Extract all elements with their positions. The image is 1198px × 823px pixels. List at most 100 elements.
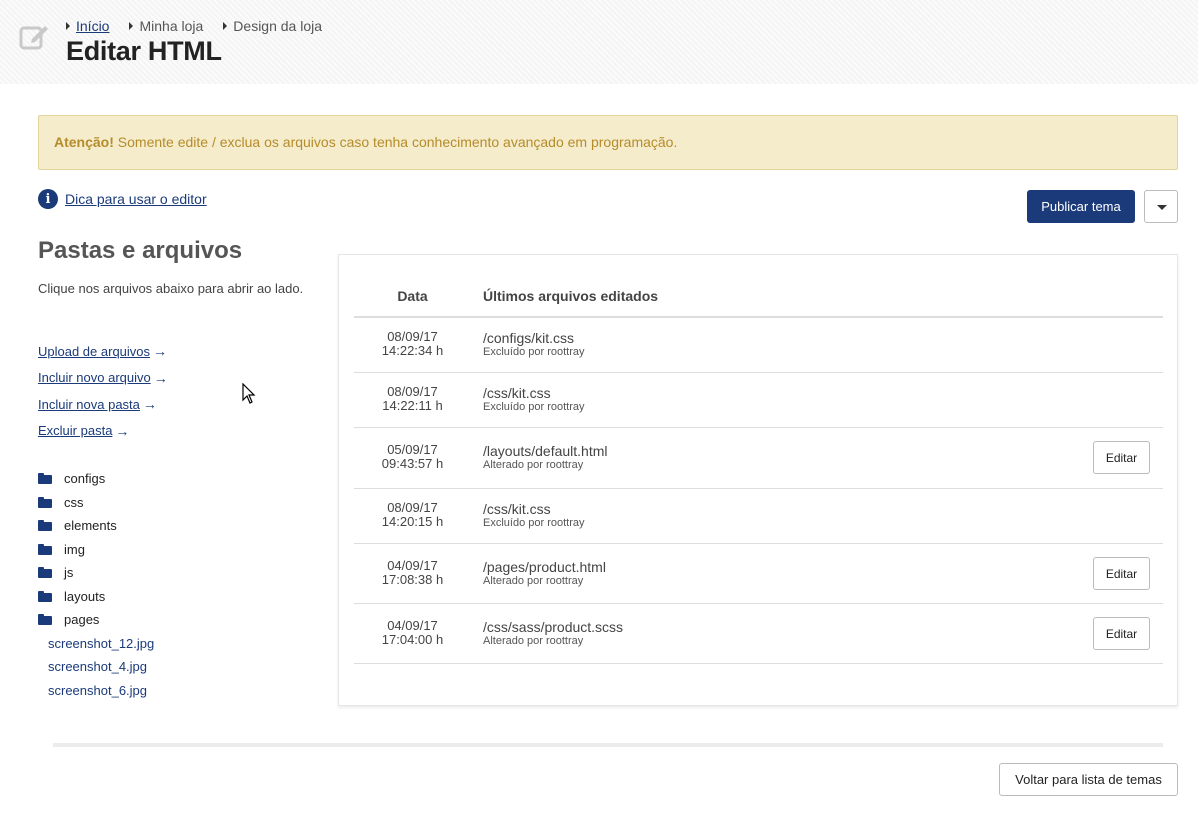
action-link[interactable]: Incluir nova pasta [38, 397, 140, 412]
page-header: Início Minha loja Design da loja Editar … [0, 0, 1198, 84]
caret-right-icon [223, 22, 228, 30]
breadcrumb: Início Minha loja Design da loja [66, 18, 322, 34]
file-path: /layouts/default.html [483, 443, 608, 459]
folder-layouts[interactable]: layouts [38, 585, 154, 609]
file-screenshot-4[interactable]: screenshot_4.jpg [38, 655, 154, 679]
column-header-files: Últimos arquivos editados [483, 288, 659, 304]
publish-options-dropdown[interactable] [1144, 190, 1178, 223]
breadcrumb-item-inicio[interactable]: Início [66, 18, 109, 34]
info-icon: i [38, 189, 58, 209]
folder-js[interactable]: js [38, 561, 154, 585]
folder-label: css [64, 494, 84, 510]
row-date-day: 08/09/17 [387, 384, 438, 399]
row-date: 08/09/17 14:22:34 h [354, 330, 471, 358]
sidebar-actions: Upload de arquivos → Incluir novo arquivo… [38, 338, 168, 444]
row-date-day: 08/09/17 [387, 329, 438, 344]
action-link[interactable]: Incluir novo arquivo [38, 370, 151, 385]
table-row: 08/09/17 14:20:15 h /css/kit.css Excluído … [354, 489, 1163, 544]
folder-icon [38, 614, 52, 626]
editor-tip-link[interactable]: Dica para usar o editor [65, 191, 207, 207]
file-screenshot-12[interactable]: screenshot_12.jpg [38, 632, 154, 656]
folder-pages[interactable]: pages [38, 608, 154, 632]
folder-label: js [64, 565, 74, 581]
alert-text: Somente edite / exclua os arquivos caso … [113, 134, 678, 150]
caret-down-icon [1157, 205, 1167, 210]
edit-file-button[interactable]: Editar [1093, 557, 1150, 590]
action-new-folder[interactable]: Incluir nova pasta → [38, 391, 168, 418]
row-file: /configs/kit.css Excluído por roottray [483, 330, 585, 359]
file-path: /pages/product.html [483, 559, 606, 575]
action-link[interactable]: Upload de arquivos [38, 344, 150, 359]
alert-strong: Atenção! [54, 134, 114, 150]
table-row: 05/09/17 09:43:57 h /layouts/default.html… [354, 428, 1163, 489]
caret-right-icon [129, 22, 134, 30]
breadcrumb-label: Design da loja [233, 18, 323, 34]
sidebar-title: Pastas e arquivos [38, 237, 243, 264]
row-date-time: 17:04:00 h [381, 632, 444, 647]
file-tree: configs css elements img js layouts page… [38, 467, 154, 702]
sidebar-description: Clique nos arquivos abaixo para abrir ao… [38, 281, 304, 296]
folder-css[interactable]: css [38, 491, 154, 515]
edit-file-button[interactable]: Editar [1093, 441, 1150, 474]
divider [53, 743, 1163, 747]
folder-label: pages [64, 612, 100, 628]
breadcrumb-item-minha-loja: Minha loja [129, 18, 203, 34]
file-note: Alterado por roottray [483, 459, 584, 471]
folder-elements[interactable]: elements [38, 514, 154, 538]
folder-label: img [64, 541, 85, 557]
breadcrumb-item-design: Design da loja [223, 18, 322, 34]
row-file: /css/kit.css Excluído por roottray [483, 501, 585, 530]
file-note: Excluído por roottray [483, 346, 585, 358]
file-path: /css/kit.css [483, 385, 551, 401]
warning-alert: Atenção! Somente edite / exclua os arqui… [38, 115, 1178, 170]
row-file: /pages/product.html Alterado por roottray [483, 559, 606, 588]
action-delete-folder[interactable]: Excluir pasta → [38, 418, 168, 445]
folder-label: layouts [64, 588, 106, 604]
file-note: Alterado por roottray [483, 575, 584, 587]
table-row: 04/09/17 17:04:00 h /css/sass/product.scs… [354, 604, 1163, 664]
folder-icon [38, 520, 52, 532]
row-date: 04/09/17 17:04:00 h [354, 619, 471, 647]
folder-configs[interactable]: configs [38, 467, 154, 491]
table-row: 08/09/17 14:22:34 h /configs/kit.css Exclu… [354, 318, 1163, 373]
breadcrumb-link-inicio[interactable]: Início [76, 18, 109, 34]
row-date-day: 04/09/17 [387, 558, 438, 573]
folder-icon [38, 496, 52, 508]
edit-file-button[interactable]: Editar [1093, 617, 1150, 650]
file-note: Alterado por roottray [483, 635, 584, 647]
row-date: 05/09/17 09:43:57 h [354, 443, 471, 471]
page-title: Editar HTML [66, 36, 222, 66]
recent-files-panel: Data Últimos arquivos editados 08/09/17 1… [338, 254, 1178, 706]
row-date-time: 17:08:38 h [381, 572, 444, 587]
row-date-time: 14:22:11 h [382, 398, 443, 413]
row-date-time: 14:22:34 h [381, 343, 444, 358]
file-path: /configs/kit.css [483, 330, 575, 346]
arrow-right-icon: → [142, 396, 157, 413]
action-link[interactable]: Excluir pasta [38, 423, 112, 438]
folder-img[interactable]: img [38, 538, 154, 562]
back-to-themes-button[interactable]: Voltar para lista de temas [999, 763, 1178, 796]
folder-label: configs [64, 471, 106, 487]
action-upload-files[interactable]: Upload de arquivos → [38, 338, 168, 365]
mouse-cursor-icon [242, 383, 256, 404]
arrow-right-icon: → [153, 369, 168, 386]
file-path: /css/kit.css [483, 501, 551, 517]
row-date: 04/09/17 17:08:38 h [354, 559, 471, 587]
publish-theme-button[interactable]: Publicar tema [1027, 190, 1135, 223]
folder-label: elements [64, 518, 117, 534]
arrow-right-icon: → [115, 422, 130, 439]
file-note: Excluído por roottray [483, 517, 585, 529]
file-note: Excluído por roottray [483, 401, 585, 413]
row-date-time: 09:43:57 h [381, 456, 444, 471]
file-screenshot-6[interactable]: screenshot_6.jpg [38, 679, 154, 703]
folder-icon [38, 543, 52, 555]
row-file: /css/sass/product.scss Alterado por roott… [483, 619, 623, 648]
action-new-file[interactable]: Incluir novo arquivo → [38, 365, 168, 392]
row-file: /css/kit.css Excluído por roottray [483, 385, 585, 414]
row-date-day: 04/09/17 [387, 618, 438, 633]
row-date: 08/09/17 14:20:15 h [354, 501, 471, 529]
editor-tip: i Dica para usar o editor [38, 189, 207, 209]
row-date: 08/09/17 14:22:11 h [354, 385, 471, 413]
folder-icon [38, 590, 52, 602]
caret-right-icon [66, 22, 70, 30]
